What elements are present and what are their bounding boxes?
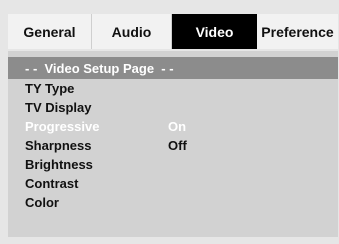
menu-item-tv-type[interactable]: TY Type: [8, 79, 338, 98]
tab-general[interactable]: General: [8, 14, 92, 49]
page-title: - - Video Setup Page - -: [8, 57, 338, 79]
menu-item-progressive[interactable]: Progressive On: [8, 117, 338, 136]
menu-item-contrast[interactable]: Contrast: [8, 174, 338, 193]
menu-item-label: TY Type: [25, 81, 75, 96]
setup-panel: - - Video Setup Page - - TY Type TV Disp…: [8, 51, 338, 237]
menu-item-tv-display[interactable]: TV Display: [8, 98, 338, 117]
tab-video[interactable]: Video: [172, 14, 257, 49]
menu-item-label: Progressive: [25, 119, 100, 134]
panel-bottom-margin: [8, 237, 338, 244]
menu-item-label: Contrast: [25, 176, 79, 191]
progressive-off-option[interactable]: Off: [168, 138, 288, 153]
tab-audio[interactable]: Audio: [92, 14, 172, 49]
menu-item-label: Sharpness: [25, 138, 92, 153]
tab-bar: General Audio Video Preference: [8, 14, 338, 49]
progressive-on-option[interactable]: On: [168, 119, 288, 134]
settings-list: TY Type TV Display Progressive On Sharpn…: [8, 79, 338, 212]
menu-item-color[interactable]: Color: [8, 193, 338, 212]
tab-preference[interactable]: Preference: [257, 14, 338, 49]
menu-item-brightness[interactable]: Brightness: [8, 155, 338, 174]
menu-item-sharpness[interactable]: Sharpness Off: [8, 136, 338, 155]
video-setup-screen: General Audio Video Preference - - Video…: [0, 0, 339, 244]
menu-item-label: Color: [25, 195, 59, 210]
menu-item-label: Brightness: [25, 157, 93, 172]
menu-item-label: TV Display: [25, 100, 92, 115]
